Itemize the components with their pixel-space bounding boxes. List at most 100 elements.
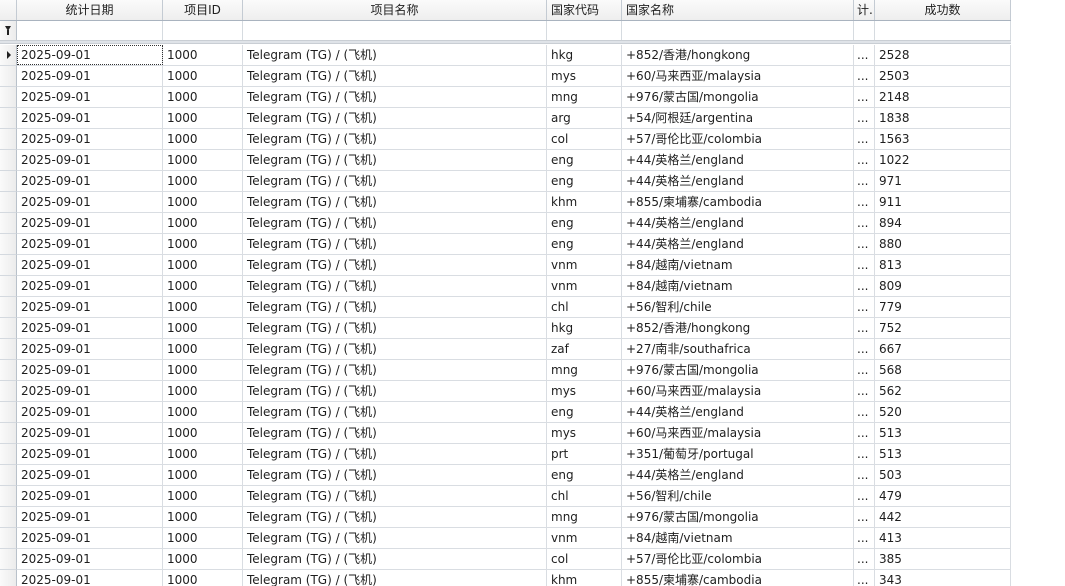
cell-country-name[interactable]: +976/蒙古国/mongolia [622,507,854,527]
cell-country-name[interactable]: +84/越南/vietnam [622,276,854,296]
cell-project-id[interactable]: 1000 [163,150,243,170]
cell-country-name[interactable]: +44/英格兰/england [622,402,854,422]
cell-country-name[interactable]: +852/香港/hongkong [622,45,854,65]
cell-project-id[interactable]: 1000 [163,402,243,422]
table-row[interactable]: 2025-09-01 1000 Telegram (TG) / (飞机) chl +56… [17,486,1011,507]
cell-extra[interactable]: ... [854,171,875,191]
cell-project-id[interactable]: 1000 [163,255,243,275]
cell-date[interactable]: 2025-09-01 [17,528,163,548]
table-row[interactable]: 2025-09-01 1000 Telegram (TG) / (飞机) eng +44… [17,171,1011,192]
table-row[interactable]: 2025-09-01 1000 Telegram (TG) / (飞机) mys +60… [17,381,1011,402]
cell-country-code[interactable]: eng [547,402,622,422]
cell-date[interactable]: 2025-09-01 [17,297,163,317]
filter-cell-country-name[interactable] [622,21,854,40]
cell-country-name[interactable]: +855/柬埔寨/cambodia [622,570,854,586]
cell-project-name[interactable]: Telegram (TG) / (飞机) [243,528,547,548]
cell-project-name[interactable]: Telegram (TG) / (飞机) [243,276,547,296]
cell-country-name[interactable]: +60/马来西亚/malaysia [622,381,854,401]
cell-date[interactable]: 2025-09-01 [17,66,163,86]
cell-extra[interactable]: ... [854,213,875,233]
cell-country-code[interactable]: eng [547,465,622,485]
cell-extra[interactable]: ... [854,507,875,527]
table-row[interactable]: 2025-09-01 1000 Telegram (TG) / (飞机) eng +44… [17,402,1011,423]
table-row[interactable]: 2025-09-01 1000 Telegram (TG) / (飞机) mys +60… [17,423,1011,444]
cell-success[interactable]: 752 [875,318,1011,338]
table-row[interactable]: 2025-09-01 1000 Telegram (TG) / (飞机) zaf +27… [17,339,1011,360]
cell-success[interactable]: 442 [875,507,1011,527]
cell-date[interactable]: 2025-09-01 [17,150,163,170]
cell-country-code[interactable]: col [547,549,622,569]
cell-extra[interactable]: ... [854,66,875,86]
cell-success[interactable]: 479 [875,486,1011,506]
row-indicator[interactable] [0,297,17,318]
cell-date[interactable]: 2025-09-01 [17,171,163,191]
cell-project-name[interactable]: Telegram (TG) / (飞机) [243,570,547,586]
cell-country-code[interactable]: mng [547,360,622,380]
table-row[interactable]: 2025-09-01 1000 Telegram (TG) / (飞机) vnm +84… [17,528,1011,549]
cell-extra[interactable]: ... [854,381,875,401]
row-indicator[interactable] [0,465,17,486]
cell-success[interactable]: 1563 [875,129,1011,149]
cell-country-code[interactable]: arg [547,108,622,128]
cell-date[interactable]: 2025-09-01 [17,276,163,296]
row-indicator[interactable] [0,171,17,192]
cell-project-name[interactable]: Telegram (TG) / (飞机) [243,465,547,485]
cell-project-name[interactable]: Telegram (TG) / (飞机) [243,297,547,317]
cell-project-id[interactable]: 1000 [163,108,243,128]
cell-project-id[interactable]: 1000 [163,507,243,527]
row-indicator[interactable] [0,129,17,150]
cell-country-name[interactable]: +855/柬埔寨/cambodia [622,192,854,212]
cell-success[interactable]: 513 [875,444,1011,464]
column-header-project-name[interactable]: 项目名称 [243,0,547,20]
cell-country-name[interactable]: +60/马来西亚/malaysia [622,423,854,443]
cell-date[interactable]: 2025-09-01 [17,507,163,527]
cell-date[interactable]: 2025-09-01 [17,444,163,464]
header-corner[interactable] [0,0,17,20]
cell-extra[interactable]: ... [854,402,875,422]
row-indicator[interactable] [0,213,17,234]
table-row[interactable]: 2025-09-01 1000 Telegram (TG) / (飞机) vnm +84… [17,276,1011,297]
table-row[interactable]: 2025-09-01 1000 Telegram (TG) / (飞机) mng +97… [17,360,1011,381]
filter-cell-project-id[interactable] [163,21,243,40]
cell-extra[interactable]: ... [854,297,875,317]
cell-project-name[interactable]: Telegram (TG) / (飞机) [243,213,547,233]
row-indicator[interactable] [0,528,17,549]
cell-country-name[interactable]: +57/哥伦比亚/colombia [622,129,854,149]
cell-project-id[interactable]: 1000 [163,129,243,149]
table-row[interactable]: 2025-09-01 1000 Telegram (TG) / (飞机) eng +44… [17,234,1011,255]
column-header-extra[interactable]: 计.. [854,0,875,20]
cell-success[interactable]: 413 [875,528,1011,548]
cell-project-id[interactable]: 1000 [163,339,243,359]
filter-cell-project-name[interactable] [243,21,547,40]
cell-extra[interactable]: ... [854,444,875,464]
cell-project-name[interactable]: Telegram (TG) / (飞机) [243,234,547,254]
cell-success[interactable]: 894 [875,213,1011,233]
cell-date[interactable]: 2025-09-01 [17,129,163,149]
cell-project-id[interactable]: 1000 [163,318,243,338]
cell-project-name[interactable]: Telegram (TG) / (飞机) [243,66,547,86]
row-indicator[interactable] [0,318,17,339]
cell-country-code[interactable]: chl [547,486,622,506]
filter-cell-success[interactable] [875,21,1011,40]
cell-date[interactable]: 2025-09-01 [17,108,163,128]
cell-extra[interactable]: ... [854,423,875,443]
cell-country-name[interactable]: +852/香港/hongkong [622,318,854,338]
filter-indicator[interactable] [0,21,17,40]
filter-cell-date[interactable] [17,21,163,40]
cell-date[interactable]: 2025-09-01 [17,339,163,359]
cell-project-name[interactable]: Telegram (TG) / (飞机) [243,444,547,464]
cell-extra[interactable]: ... [854,108,875,128]
cell-project-name[interactable]: Telegram (TG) / (飞机) [243,339,547,359]
cell-extra[interactable]: ... [854,528,875,548]
column-header-country-code[interactable]: 国家代码 [547,0,622,20]
cell-extra[interactable]: ... [854,339,875,359]
cell-success[interactable]: 513 [875,423,1011,443]
cell-date[interactable]: 2025-09-01 [17,255,163,275]
cell-country-name[interactable]: +84/越南/vietnam [622,528,854,548]
cell-success[interactable]: 568 [875,360,1011,380]
cell-project-name[interactable]: Telegram (TG) / (飞机) [243,171,547,191]
cell-country-name[interactable]: +976/蒙古国/mongolia [622,87,854,107]
cell-extra[interactable]: ... [854,255,875,275]
cell-success[interactable]: 813 [875,255,1011,275]
row-indicator[interactable] [0,66,17,87]
